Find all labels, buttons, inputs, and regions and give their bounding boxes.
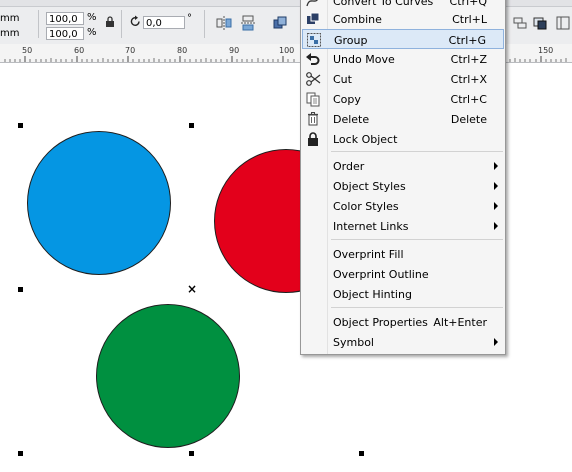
menu-item-object-styles[interactable]: Object Styles — [302, 176, 504, 196]
order-icon[interactable] — [532, 15, 548, 31]
menu-separator — [331, 239, 503, 240]
submenu-arrow-icon — [494, 202, 498, 210]
submenu-arrow-icon — [494, 182, 498, 190]
menu-item-group[interactable]: Group Ctrl+G — [302, 29, 504, 49]
delete-icon — [305, 111, 321, 127]
mirror-vertical-icon[interactable] — [240, 15, 256, 31]
menu-item-shortcut: Ctrl+Q — [449, 0, 487, 8]
menu-item-combine[interactable]: Combine Ctrl+L — [302, 9, 504, 29]
selection-handle[interactable] — [359, 451, 364, 456]
menu-separator — [331, 307, 503, 308]
selection-handle[interactable] — [18, 287, 23, 292]
scale-x-percent: % — [87, 12, 97, 23]
scale-y-field[interactable]: 100,0 — [46, 27, 84, 40]
menu-item-label: Cut — [333, 73, 352, 86]
menu-item-label: Object Properties — [333, 316, 428, 329]
menu-item-symbol[interactable]: Symbol — [302, 332, 504, 352]
combine-icon — [305, 11, 321, 27]
menu-item-label: Convert To Curves — [333, 0, 434, 8]
undo-icon — [305, 51, 321, 67]
menu-item-shortcut: Ctrl+X — [450, 73, 487, 86]
menu-item-label: Group — [334, 34, 368, 47]
selection-handle[interactable] — [189, 123, 194, 128]
menu-item-label: Object Hinting — [333, 288, 412, 301]
menu-item-shortcut: Ctrl+Z — [450, 53, 487, 66]
mirror-horizontal-icon[interactable] — [216, 15, 232, 31]
menu-item-label: Symbol — [333, 336, 374, 349]
menu-item-label: Lock Object — [333, 133, 398, 146]
menu-item-shortcut: Alt+Enter — [433, 316, 487, 329]
menu-item-label: Order — [333, 160, 365, 173]
rotate-icon — [129, 15, 142, 28]
lock-ratio-icon[interactable] — [104, 16, 116, 28]
green-circle[interactable] — [96, 304, 240, 448]
menu-item-object-properties[interactable]: Object Properties Alt+Enter — [302, 312, 504, 332]
menu-item-cut[interactable]: Cut Ctrl+X — [302, 69, 504, 89]
selection-center-marker[interactable]: × — [187, 283, 197, 295]
menu-item-label: Delete — [333, 113, 370, 126]
menu-item-object-hinting[interactable]: Object Hinting — [302, 284, 504, 304]
submenu-arrow-icon — [494, 222, 498, 230]
rotation-degree: ° — [187, 13, 192, 24]
arrange-icon[interactable] — [272, 15, 288, 31]
menu-item-label: Combine — [333, 13, 382, 26]
menu-item-internet-links[interactable]: Internet Links — [302, 216, 504, 236]
submenu-arrow-icon — [494, 338, 498, 346]
toolbar-separator — [38, 10, 39, 38]
lock-icon — [305, 131, 321, 147]
toolbar-separator — [121, 10, 122, 38]
copy-icon — [305, 91, 321, 107]
menu-separator — [331, 151, 503, 152]
selection-handle[interactable] — [189, 451, 194, 456]
menu-item-lock-object[interactable]: Lock Object — [302, 129, 504, 149]
menu-item-overprint-fill[interactable]: Overprint Fill — [302, 244, 504, 264]
toolbar-separator — [204, 10, 205, 38]
align-icon[interactable] — [512, 15, 528, 31]
cut-icon — [305, 71, 321, 87]
menu-item-order[interactable]: Order — [302, 156, 504, 176]
menu-item-shortcut: Delete — [450, 113, 487, 126]
menu-item-overprint-outline[interactable]: Overprint Outline — [302, 264, 504, 284]
selection-handle[interactable] — [18, 123, 23, 128]
width-unit: mm — [0, 13, 20, 24]
context-menu: Convert To Curves Ctrl+Q Combine Ctrl+L … — [300, 0, 506, 355]
menu-item-copy[interactable]: Copy Ctrl+C — [302, 89, 504, 109]
group-icon — [306, 32, 322, 48]
menu-item-label: Overprint Outline — [333, 268, 429, 281]
scale-y-percent: % — [87, 27, 97, 38]
scale-x-field[interactable]: 100,0 — [46, 12, 84, 25]
menu-item-delete[interactable]: Delete Delete — [302, 109, 504, 129]
menu-item-color-styles[interactable]: Color Styles — [302, 196, 504, 216]
menu-item-shortcut: Ctrl+L — [452, 13, 487, 26]
menu-item-shortcut: Ctrl+G — [448, 34, 486, 47]
menu-item-undo-move[interactable]: Undo Move Ctrl+Z — [302, 49, 504, 69]
menu-item-label: Color Styles — [333, 200, 399, 213]
layout-icon[interactable] — [556, 15, 572, 31]
menu-item-label: Internet Links — [333, 220, 409, 233]
height-unit: mm — [0, 28, 20, 39]
submenu-arrow-icon — [494, 162, 498, 170]
menu-item-label: Copy — [333, 93, 361, 106]
menu-item-shortcut: Ctrl+C — [450, 93, 487, 106]
convert-curves-icon — [305, 0, 321, 9]
blue-circle[interactable] — [27, 131, 171, 275]
rotation-field[interactable]: 0,0 — [143, 16, 185, 29]
menu-item-label: Undo Move — [333, 53, 395, 66]
selection-handle[interactable] — [18, 451, 23, 456]
menu-item-label: Object Styles — [333, 180, 406, 193]
menu-item-label: Overprint Fill — [333, 248, 404, 261]
